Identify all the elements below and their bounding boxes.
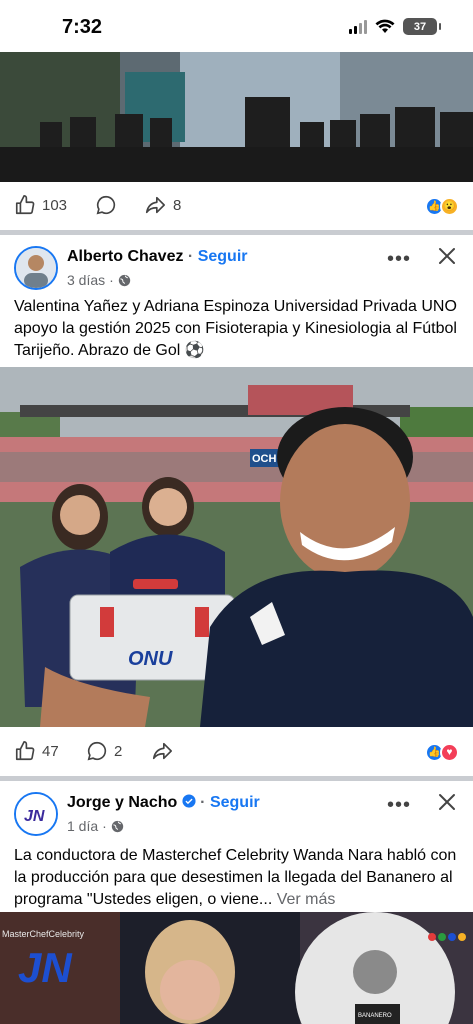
post-separator [0,776,473,781]
close-icon[interactable] [435,244,459,268]
like-icon [15,741,35,761]
post-meta: 1 día · [67,818,124,834]
post2-image[interactable]: OCH ONU [0,367,473,727]
post2-text: Valentina Yañez y Adriana Espinoza Unive… [14,298,457,359]
stadium-sign: OCH [252,453,277,465]
signal-icon [349,19,367,34]
globe-icon [118,274,130,286]
status-bar: 7:32 37 [0,0,473,52]
share-icon [152,742,172,760]
post-time[interactable]: 1 día [67,818,98,834]
post1-image[interactable] [0,52,473,182]
author-avatar[interactable]: JN [14,792,58,836]
comment-button[interactable] [95,194,117,216]
share-button[interactable] [150,740,174,762]
share-count: 8 [173,196,182,214]
post3-image[interactable]: MasterChefCelebrity JN BANANERO [0,912,473,1024]
post2-reactions[interactable]: 👍 ♥ [425,743,459,762]
post3-header: JN Jorge y Nacho · Seguir 1 día · ••• [0,792,473,852]
wow-reaction-icon: 😮 [440,197,459,216]
avatar-logo: JN [24,808,45,825]
comment-button[interactable]: 2 [86,740,122,762]
post2-action-bar: 47 2 👍 ♥ [0,728,473,778]
status-time: 7:32 [62,16,103,38]
wifi-icon [375,19,395,33]
comment-icon [96,195,116,215]
status-icons: 37 [349,18,441,35]
box-logo: ONU [128,648,173,670]
post3-text: La conductora de Masterchef Celebrity Wa… [14,845,462,911]
share-button[interactable]: 8 [143,194,181,216]
share-icon [145,196,165,214]
like-button[interactable]: 103 [14,194,67,216]
like-count: 47 [42,742,59,760]
comment-icon [87,741,107,761]
image-show-text: MasterChefCelebrity [2,929,85,939]
image-logo: JN [18,944,73,991]
more-icon[interactable]: ••• [387,248,411,271]
image-apron-text: BANANERO [358,1013,392,1019]
post-time[interactable]: 3 días [67,272,105,288]
follow-button[interactable]: Seguir [198,248,248,265]
post-separator [0,230,473,235]
verified-icon [182,794,196,808]
author-line: Alberto Chavez · Seguir [67,248,248,265]
author-avatar[interactable] [14,246,58,290]
post1-reactions[interactable]: 👍 😮 [425,197,459,216]
globe-icon [111,820,123,832]
like-button[interactable]: 47 [14,740,59,762]
like-count: 103 [42,196,68,214]
follow-button[interactable]: Seguir [210,794,260,811]
author-name[interactable]: Alberto Chavez [67,248,183,265]
see-more-link[interactable]: Ver más [277,891,336,908]
love-reaction-icon: ♥ [440,743,459,762]
post1-action-bar: 103 8 👍 😮 [0,182,473,232]
close-icon[interactable] [435,790,459,814]
battery-icon: 37 [403,18,441,35]
author-line: Jorge y Nacho · Seguir [67,794,260,811]
like-icon [15,195,35,215]
author-name[interactable]: Jorge y Nacho [67,794,177,811]
comment-count: 2 [114,742,123,760]
more-icon[interactable]: ••• [387,794,411,817]
post-meta: 3 días · [67,272,131,288]
post3-body: La conductora de Masterchef Celebrity Wa… [14,847,457,908]
